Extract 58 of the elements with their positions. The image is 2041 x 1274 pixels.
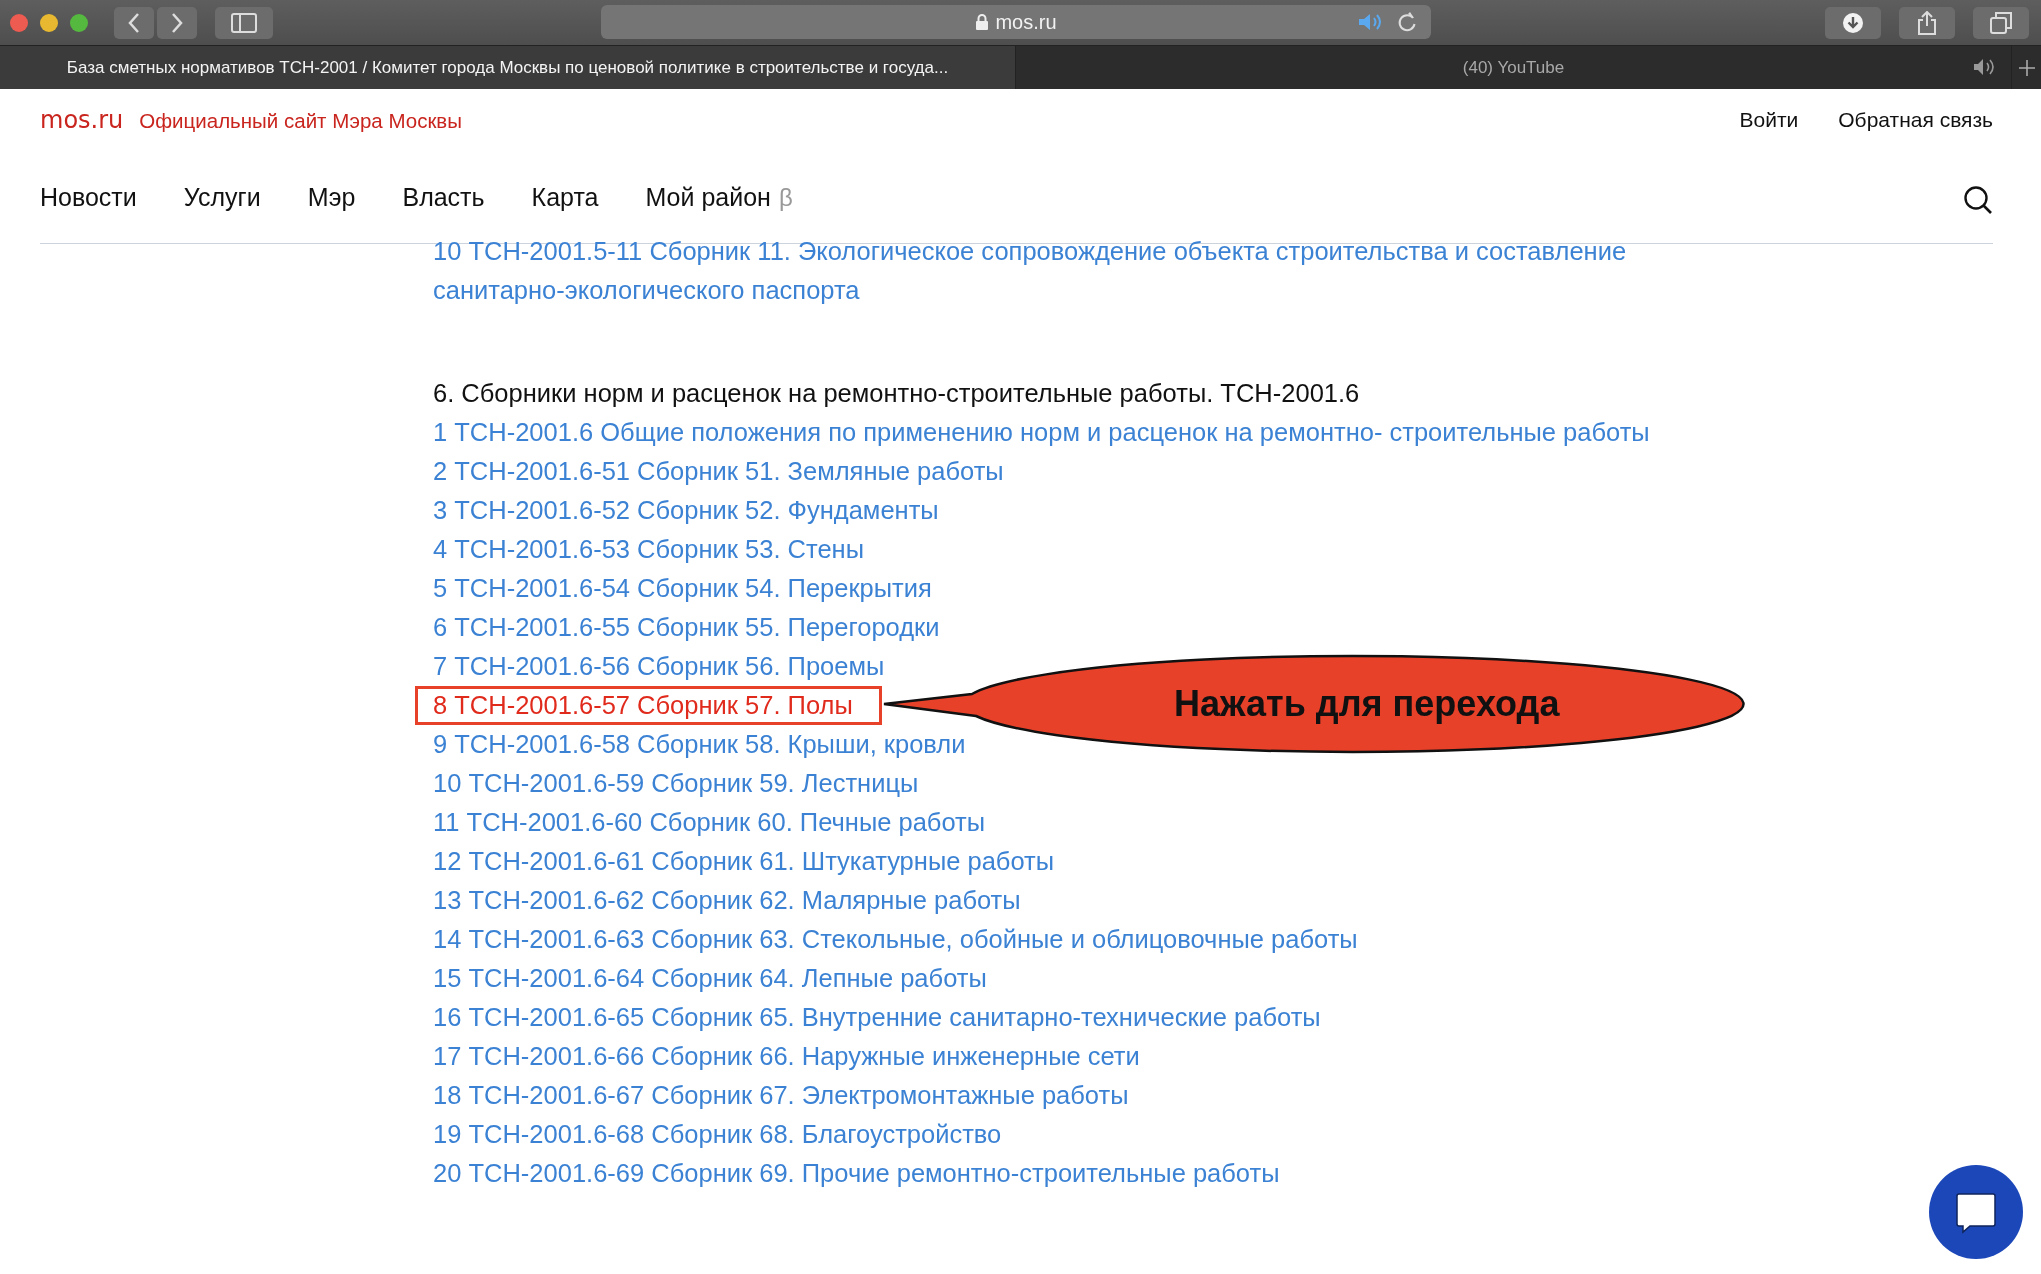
header-link[interactable]: Обратная связь xyxy=(1838,108,1993,132)
chevron-left-icon xyxy=(127,11,141,34)
address-bar[interactable]: mos.ru xyxy=(601,5,1431,39)
address-text: mos.ru xyxy=(995,10,1057,34)
search-icon[interactable] xyxy=(1963,185,1993,215)
nav-link[interactable]: Новости xyxy=(40,182,137,212)
beta-label: β xyxy=(778,183,793,212)
document-link[interactable]: 9 ТСН-2001.6-58 Сборник 58. Крыши, кровли xyxy=(433,725,966,764)
section-heading: 6. Сборники норм и расценок на ремонтно-строительные работы. ТСН-2001.6 xyxy=(433,378,1361,409)
site-tagline: Официальный сайт Мэра Москвы xyxy=(139,109,462,133)
document-link[interactable]: 16 ТСН-2001.6-65 Сборник 65. Внутренние санитарно-технические работы xyxy=(433,998,1321,1037)
header-link[interactable]: Войти xyxy=(1739,108,1799,132)
download-icon xyxy=(1842,11,1864,34)
share-icon xyxy=(1917,10,1937,35)
tabs-overview-button[interactable] xyxy=(1973,6,2029,39)
callout-text: Нажать для перехода xyxy=(1174,683,1560,725)
browser-tab[interactable]: (40) YouTube xyxy=(1016,46,2011,89)
document-link[interactable]: 10 ТСН-2001.5-11 Сборник 11. Экологическое сопровождение объекта строительства и составление санитарно-экологического паспорта xyxy=(433,232,1683,310)
sidebar-button[interactable] xyxy=(215,6,273,39)
nav-link[interactable]: Власть xyxy=(402,182,485,212)
document-link[interactable]: 20 ТСН-2001.6-69 Сборник 69. Прочие ремонтно-строительные работы xyxy=(433,1154,1280,1193)
document-link[interactable]: 4 ТСН-2001.6-53 Сборник 53. Стены xyxy=(433,530,864,569)
browser-tab[interactable]: База сметных нормативов ТСН-2001 / Комитет города Москвы по ценовой политике в строительстве и госуда... xyxy=(0,46,1016,89)
sidebar-icon xyxy=(231,12,257,33)
minimize-icon[interactable] xyxy=(40,13,58,32)
maximize-icon[interactable] xyxy=(70,13,88,32)
forward-button[interactable] xyxy=(157,6,197,39)
share-button[interactable] xyxy=(1899,6,1955,39)
nav-link[interactable]: Мой район xyxy=(645,182,771,212)
overlapping-squares-icon xyxy=(1990,11,2012,34)
document-link[interactable]: 10 ТСН-2001.6-59 Сборник 59. Лестницы xyxy=(433,764,919,803)
document-link[interactable]: 18 ТСН-2001.6-67 Сборник 67. Электромонтажные работы xyxy=(433,1076,1129,1115)
document-link[interactable]: 7 ТСН-2001.6-56 Сборник 56. Проемы xyxy=(433,647,885,686)
document-link[interactable]: 8 ТСН-2001.6-57 Сборник 57. Полы xyxy=(415,686,882,725)
document-link[interactable]: 11 ТСН-2001.6-60 Сборник 60. Печные работы xyxy=(433,803,986,842)
document-link[interactable]: 3 ТСН-2001.6-52 Сборник 52. Фундаменты xyxy=(433,491,939,530)
back-button[interactable] xyxy=(114,6,154,39)
chevron-right-icon xyxy=(170,11,184,34)
speaker-icon[interactable] xyxy=(1973,58,1997,76)
document-link[interactable]: 15 ТСН-2001.6-64 Сборник 64. Лепные работы xyxy=(433,959,987,998)
site-logo[interactable]: mos.ru xyxy=(40,106,124,134)
document-link[interactable]: 5 ТСН-2001.6-54 Сборник 54. Перекрытия xyxy=(433,569,932,608)
nav-link[interactable]: Мэр xyxy=(307,182,356,212)
plus-icon xyxy=(2018,59,2035,76)
nav-link[interactable]: Карта xyxy=(531,182,599,212)
reload-icon[interactable] xyxy=(1397,11,1417,33)
nav-link[interactable]: Услуги xyxy=(183,182,261,212)
document-link[interactable]: 19 ТСН-2001.6-68 Сборник 68. Благоустройство xyxy=(433,1115,1002,1154)
chat-icon xyxy=(1954,1190,1998,1234)
document-link[interactable]: 14 ТСН-2001.6-63 Сборник 63. Стекольные, обойные и облицовочные работы xyxy=(433,920,1358,959)
document-link[interactable]: 1 ТСН-2001.6 Общие положения по применению норм и расценок на ремонтно- строительные работы xyxy=(433,413,1650,452)
lock-icon xyxy=(975,13,990,31)
document-link[interactable]: 2 ТСН-2001.6-51 Сборник 51. Земляные работы xyxy=(433,452,1004,491)
document-link[interactable]: 12 ТСН-2001.6-61 Сборник 61. Штукатурные работы xyxy=(433,842,1055,881)
document-link[interactable]: 17 ТСН-2001.6-66 Сборник 66. Наружные инженерные сети xyxy=(433,1037,1140,1076)
download-button[interactable] xyxy=(1825,6,1881,39)
document-link[interactable]: 13 ТСН-2001.6-62 Сборник 62. Малярные работы xyxy=(433,881,1021,920)
document-link[interactable]: 6 ТСН-2001.6-55 Сборник 55. Перегородки xyxy=(433,608,940,647)
